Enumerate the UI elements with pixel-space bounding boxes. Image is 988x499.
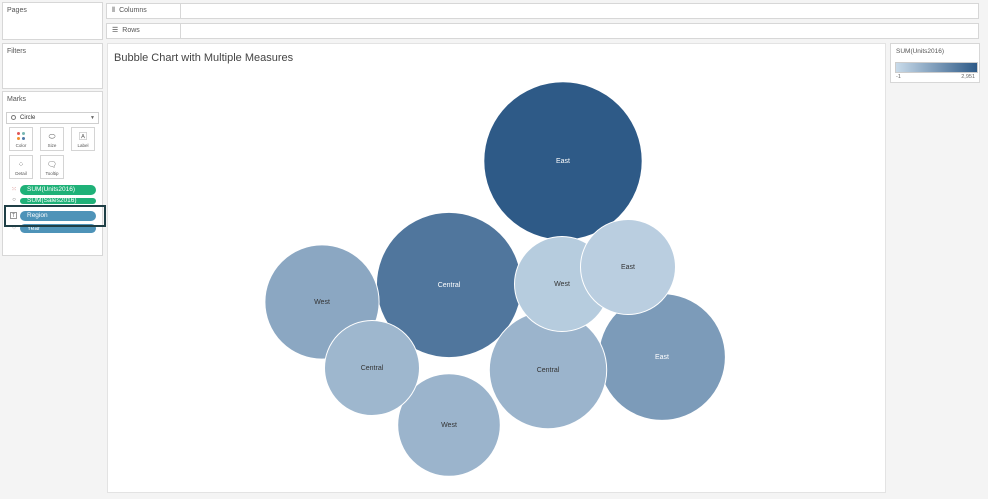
color-encoding-icon: ⁙ [11, 187, 17, 193]
bubble-label: Central [537, 367, 560, 374]
chart-title: Bubble Chart with Multiple Measures [114, 52, 294, 64]
chart-view[interactable]: East Central East West West Central Central Wes… [107, 43, 886, 493]
size-label: Size [47, 143, 57, 148]
bubble-label: Central [361, 365, 384, 372]
pages-card[interactable]: Pages [2, 2, 103, 40]
detail-button[interactable]: ⁘ Detail [9, 155, 33, 179]
bubble-label: East [556, 158, 570, 165]
bubble-label: West [554, 281, 570, 288]
filters-card[interactable]: Filters [2, 43, 103, 89]
chevron-down-icon: ▼ [90, 115, 95, 121]
bubble-label: West [314, 299, 330, 306]
bubble-label: West [441, 422, 457, 429]
units-pill[interactable]: SUM(Units2016) [20, 185, 96, 195]
bubble-label: East [655, 354, 669, 361]
detail-icon: ⁘ [17, 160, 25, 169]
pages-title: Pages [7, 7, 27, 14]
region-highlight-box [4, 205, 106, 227]
marks-title: Marks [7, 96, 27, 103]
filters-title: Filters [7, 48, 27, 55]
right-panel [888, 84, 988, 499]
rows-shelf[interactable]: ☰ Rows [106, 23, 979, 39]
columns-icon: ⦀ [112, 7, 116, 14]
mark-type-dropdown[interactable]: Circle ▼ [6, 112, 99, 124]
size-icon: ⬭ [48, 132, 56, 141]
columns-shelf[interactable]: ⦀ Columns [106, 3, 979, 19]
tableau-app: Pages Filters Marks Circle ▼ Color ⬭ Siz… [0, 0, 988, 499]
columns-label: Columns [119, 7, 147, 14]
color-legend[interactable]: SUM(Units2016) -1 2,951 [890, 43, 980, 83]
color-icon [10, 130, 32, 143]
columns-shelf-label: ⦀ Columns [107, 4, 181, 18]
rows-icon: ☰ [112, 27, 119, 34]
tooltip-label: Tooltip [45, 171, 59, 176]
color-button[interactable]: Color [9, 127, 33, 151]
sales-pill[interactable]: SUM(Sales2016) [20, 198, 96, 204]
legend-title: SUM(Units2016) [896, 48, 945, 55]
bubble-chart[interactable]: East Central East West West Central Central Wes… [108, 44, 887, 494]
circle-icon [11, 114, 16, 120]
label-button[interactable]: 🄰 Label [71, 127, 95, 151]
rows-shelf-label: ☰ Rows [107, 24, 181, 38]
rows-label: Rows [122, 27, 140, 34]
bubble-label: East [621, 264, 635, 271]
tooltip-button[interactable]: 🗨 Tooltip [40, 155, 64, 179]
color-label: Color [15, 143, 27, 148]
bubble-label: Central [438, 282, 461, 289]
size-encoding-icon: ○ [12, 197, 16, 203]
legend-color-ramp [895, 62, 978, 73]
legend-min: -1 [896, 74, 901, 80]
tooltip-icon: 🗨 [46, 160, 58, 169]
label-icon: 🄰 [79, 132, 87, 141]
size-button[interactable]: ⬭ Size [40, 127, 64, 151]
detail-label: Detail [15, 171, 27, 176]
mark-type-label: Circle [20, 115, 36, 121]
label-label: Label [77, 143, 89, 148]
legend-max: 2,951 [961, 74, 975, 80]
